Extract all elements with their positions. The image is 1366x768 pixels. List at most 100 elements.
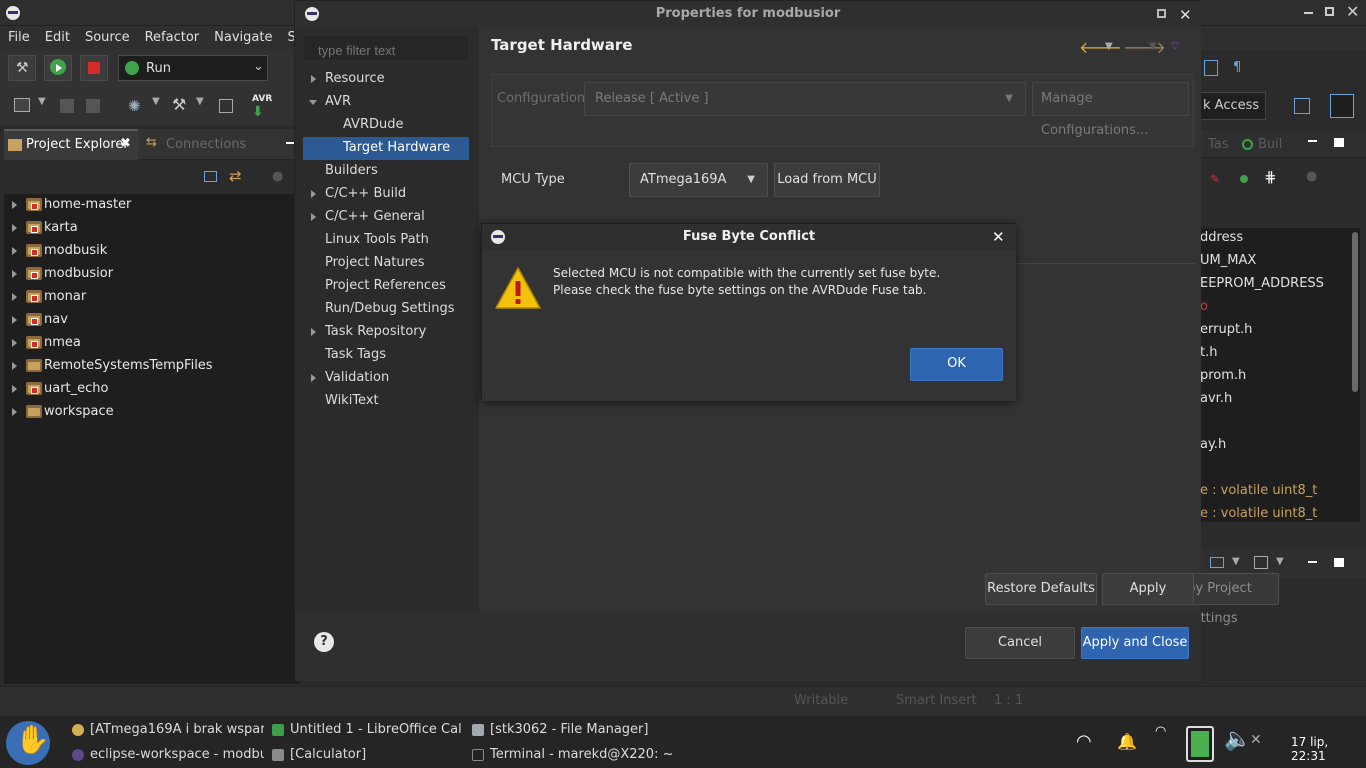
outline-item[interactable]: ddress (1200, 230, 1243, 245)
restore-defaults-button[interactable]: Restore Defaults (985, 573, 1097, 605)
build-tab-label[interactable]: Buil (1258, 137, 1282, 152)
tree-item-nav[interactable]: nav (4, 309, 300, 332)
wifi-icon[interactable]: ◠ (1076, 731, 1092, 752)
new-icon[interactable] (14, 98, 30, 112)
menu-edit[interactable]: Edit (37, 26, 77, 45)
collapse-icon[interactable] (309, 100, 317, 105)
task-browser[interactable]: [ATmega169A i brak wsparc... (72, 718, 264, 742)
nav-item-avr[interactable]: AVR (303, 91, 469, 114)
chevron-down-icon[interactable]: ▼ (1232, 556, 1240, 567)
outline-item[interactable]: t.h (1200, 345, 1217, 360)
chevron-down-icon[interactable]: ▼ (1276, 556, 1284, 567)
tree-item-uart-echo[interactable]: uart_echo (4, 378, 300, 401)
chevron-down-icon[interactable]: ▼ (196, 96, 204, 107)
clock[interactable]: 17 lip, 22:31 (1291, 735, 1366, 763)
expand-icon[interactable] (12, 270, 17, 278)
chevron-down-icon[interactable]: ▼ (1149, 41, 1157, 52)
task-terminal[interactable]: Terminal - marekd@X220: ~... (472, 743, 672, 767)
expand-icon[interactable] (311, 374, 316, 382)
expand-icon[interactable] (12, 201, 17, 209)
menu-refactor[interactable]: Refactor (137, 26, 207, 45)
link-editor-icon[interactable]: ⇄ (229, 167, 242, 185)
project-explorer-tab[interactable]: Project Explorer ✖ (4, 129, 138, 160)
tree-item-nmea[interactable]: nmea (4, 332, 300, 355)
minimize-view-icon[interactable] (1308, 561, 1317, 563)
console-icon[interactable] (1210, 557, 1224, 568)
nav-item-wikitext[interactable]: WikiText (303, 390, 469, 413)
maximize-icon[interactable] (1325, 7, 1334, 16)
expand-icon[interactable] (12, 316, 17, 324)
expand-icon[interactable] (12, 247, 17, 255)
expand-icon[interactable] (12, 408, 17, 416)
expand-icon[interactable] (12, 362, 17, 370)
back-arrow-icon[interactable]: 🡐 (1079, 37, 1122, 57)
task-file-manager[interactable]: [stk3062 - File Manager] (472, 718, 672, 742)
expand-icon[interactable] (311, 75, 316, 83)
tree-item-remotesystemstempfiles[interactable]: RemoteSystemsTempFiles (4, 355, 300, 378)
avr-upload-icon[interactable]: AVR ⬇ (252, 94, 272, 120)
menu-navigate[interactable]: Navigate (206, 26, 279, 45)
nav-item-validation[interactable]: Validation (303, 367, 469, 390)
task-eclipse[interactable]: eclipse-workspace - modbu... (72, 743, 264, 767)
outline-item[interactable]: avr.h (1200, 391, 1232, 406)
nav-item-cpp-general[interactable]: C/C++ General (303, 206, 469, 229)
maximize-view-icon[interactable] (1334, 138, 1344, 147)
collapse-all-icon[interactable] (204, 171, 217, 182)
nav-item-resource[interactable]: Resource (303, 68, 469, 91)
task-libreoffice-calc[interactable]: Untitled 1 - LibreOffice Calc (272, 718, 462, 742)
ok-button[interactable]: OK (910, 348, 1003, 381)
save-icon[interactable] (60, 99, 74, 113)
nav-item-target-hardware[interactable]: Target Hardware (303, 137, 469, 160)
expand-icon[interactable] (12, 339, 17, 347)
help-icon[interactable]: ? (314, 632, 334, 652)
manage-configurations-button[interactable]: Manage Configurations... (1032, 82, 1189, 138)
outline-item[interactable]: UM_MAX (1200, 253, 1256, 268)
nav-item-project-references[interactable]: Project References (303, 275, 469, 298)
nav-item-task-tags[interactable]: Task Tags (303, 344, 469, 367)
maximize-view-icon[interactable] (1334, 558, 1344, 567)
outline-item[interactable]: EEPROM_ADDRESS (1200, 276, 1324, 291)
nav-item-cpp-build[interactable]: C/C++ Build (303, 183, 469, 206)
expand-icon[interactable] (12, 224, 17, 232)
tasks-tab-label[interactable]: Tas (1208, 137, 1229, 152)
close-icon[interactable]: ✕ (1346, 2, 1359, 21)
tree-item-modbusik[interactable]: modbusik (4, 240, 300, 263)
expand-icon[interactable] (311, 328, 316, 336)
view-menu-icon[interactable]: ▽ (1171, 41, 1179, 52)
notification-bell-icon[interactable]: 🔔 (1117, 732, 1137, 751)
new-perspective-icon[interactable] (1294, 98, 1310, 114)
connections-tab-label[interactable]: Connections (166, 137, 246, 152)
apply-and-close-button[interactable]: Apply and Close (1081, 627, 1189, 659)
save-all-icon[interactable] (86, 99, 100, 113)
filter-input[interactable] (303, 35, 469, 61)
outline-item[interactable]: prom.h (1200, 368, 1246, 383)
apply-button[interactable]: Apply (1102, 573, 1194, 605)
outline-item[interactable]: ay.h (1200, 437, 1226, 452)
nav-item-project-natures[interactable]: Project Natures (303, 252, 469, 275)
minimize-view-icon[interactable] (1308, 140, 1317, 142)
hammer-build-button[interactable]: ⚒ (8, 55, 36, 81)
run-config-dropdown[interactable]: Run ⌄ (118, 55, 268, 81)
hash-icon[interactable]: ⋕ (1264, 168, 1277, 186)
perspective-icon[interactable] (1330, 94, 1354, 118)
expand-icon[interactable] (12, 293, 17, 301)
forward-arrow-icon[interactable]: 🡒 (1123, 37, 1166, 57)
expand-icon[interactable] (311, 190, 316, 198)
scrollbar[interactable] (1352, 232, 1358, 392)
cancel-button[interactable]: Cancel (965, 627, 1075, 659)
load-from-mcu-button[interactable]: Load from MCU (774, 163, 880, 197)
binary-icon[interactable] (219, 99, 233, 113)
stop-button[interactable] (80, 55, 108, 81)
expand-icon[interactable] (311, 213, 316, 221)
filter-icon[interactable]: ✎ (1210, 172, 1220, 186)
tree-item-karta[interactable]: karta (4, 217, 300, 240)
tree-item-workspace[interactable]: workspace (4, 401, 300, 424)
network-icon[interactable]: ◠ (1155, 724, 1166, 739)
nav-item-task-repository[interactable]: Task Repository (303, 321, 469, 344)
nav-item-run-debug-settings[interactable]: Run/Debug Settings (303, 298, 469, 321)
nav-item-linux-tools-path[interactable]: Linux Tools Path (303, 229, 469, 252)
tree-item-home-master[interactable]: home-master (4, 194, 300, 217)
green-dot-icon[interactable] (1240, 175, 1248, 183)
close-tab-icon[interactable]: ✖ (120, 136, 131, 151)
close-icon[interactable]: ✕ (1179, 2, 1192, 28)
